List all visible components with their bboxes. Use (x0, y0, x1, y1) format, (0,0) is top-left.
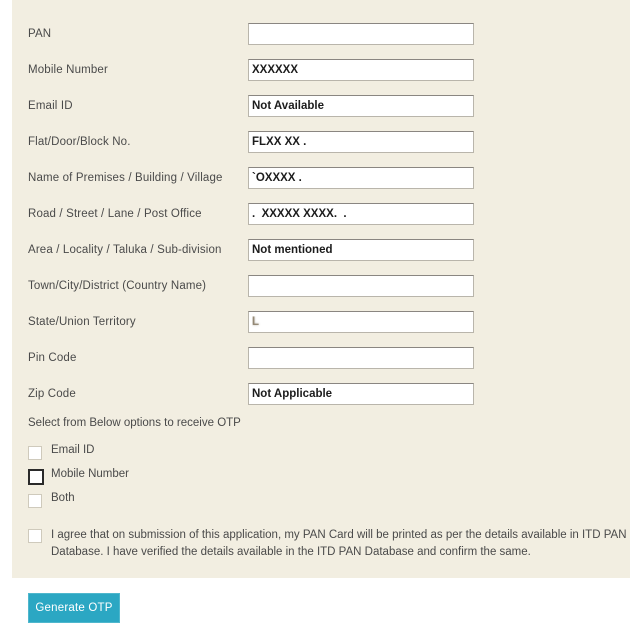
field-label: Road / Street / Lane / Post Office (28, 208, 202, 220)
field-label: Zip Code (28, 388, 76, 400)
field-input[interactable] (248, 311, 474, 333)
field-row: Mobile Number (12, 52, 630, 88)
field-label: Area / Locality / Taluka / Sub-division (28, 244, 222, 256)
field-label: Town/City/District (Country Name) (28, 280, 207, 292)
otp-option-label: Email ID (51, 444, 95, 456)
field-row: Flat/Door/Block No. (12, 124, 630, 160)
otp-option-checkbox[interactable] (28, 494, 42, 508)
field-row: Road / Street / Lane / Post Office (12, 196, 630, 232)
field-row: State/Union Territory (12, 304, 630, 340)
field-label: Email ID (28, 100, 73, 112)
field-row: Area / Locality / Taluka / Sub-division (12, 232, 630, 268)
field-label: Name of Premises / Building / Village (28, 172, 223, 184)
agreement-text: I agree that on submission of this appli… (51, 529, 627, 558)
otp-option-label: Both (51, 492, 75, 504)
field-input[interactable] (248, 59, 474, 81)
field-row: PAN (12, 16, 630, 52)
agreement-checkbox[interactable] (28, 529, 42, 543)
field-input[interactable] (248, 131, 474, 153)
field-input[interactable] (248, 239, 474, 261)
field-label: Mobile Number (28, 64, 108, 76)
generate-otp-button[interactable]: Generate OTP (28, 593, 120, 623)
field-row: Name of Premises / Building / Village (12, 160, 630, 196)
field-label: PAN (28, 28, 52, 40)
field-label: Flat/Door/Block No. (28, 136, 131, 148)
field-input[interactable] (248, 95, 474, 117)
otp-option-label: Mobile Number (51, 468, 129, 480)
field-input[interactable] (248, 167, 474, 189)
pan-form-panel: PAN Mobile Number Email ID Flat/Door/Block … (12, 0, 630, 578)
field-row: Email ID (12, 88, 630, 124)
field-row: Zip Code (12, 376, 630, 412)
otp-option-checkbox[interactable] (28, 469, 44, 485)
field-input[interactable] (248, 203, 474, 225)
field-row: Pin Code (12, 340, 630, 376)
field-label: Pin Code (28, 352, 77, 364)
otp-option-checkbox[interactable] (28, 446, 42, 460)
field-input[interactable] (248, 23, 474, 45)
field-input[interactable] (248, 383, 474, 405)
field-input[interactable] (248, 347, 474, 369)
field-label: State/Union Territory (28, 316, 136, 328)
field-row: Town/City/District (Country Name) (12, 268, 630, 304)
field-input[interactable] (248, 275, 474, 297)
otp-prompt-label: Select from Below options to receive OTP (28, 417, 241, 429)
